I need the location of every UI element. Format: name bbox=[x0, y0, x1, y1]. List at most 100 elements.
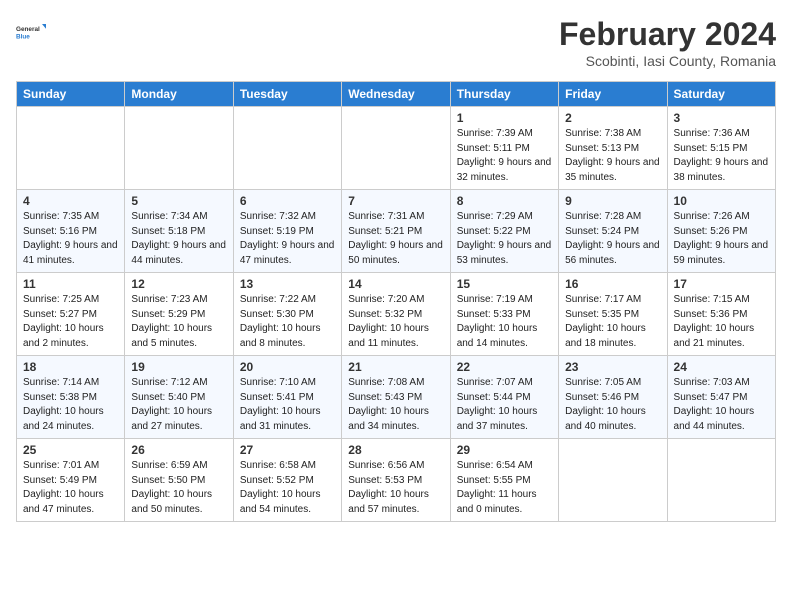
day-number: 29 bbox=[457, 443, 552, 457]
calendar-cell: 25 Sunrise: 7:01 AM Sunset: 5:49 PM Dayli… bbox=[17, 439, 125, 522]
day-number: 25 bbox=[23, 443, 118, 457]
calendar-cell: 24 Sunrise: 7:03 AM Sunset: 5:47 PM Dayli… bbox=[667, 356, 775, 439]
calendar-week-5: 25 Sunrise: 7:01 AM Sunset: 5:49 PM Dayli… bbox=[17, 439, 776, 522]
calendar-cell bbox=[559, 439, 667, 522]
day-info: Sunrise: 7:36 AM Sunset: 5:15 PM Dayligh… bbox=[674, 127, 769, 185]
calendar-cell: 26 Sunrise: 6:59 AM Sunset: 5:50 PM Dayli… bbox=[125, 439, 233, 522]
title-block: February 2024 Scobinti, Iasi County, Rom… bbox=[559, 16, 776, 69]
day-number: 11 bbox=[23, 277, 118, 291]
day-number: 13 bbox=[240, 277, 335, 291]
calendar-table: SundayMondayTuesdayWednesdayThursdayFrid… bbox=[16, 81, 776, 522]
calendar-cell: 27 Sunrise: 6:58 AM Sunset: 5:52 PM Dayli… bbox=[233, 439, 341, 522]
calendar-week-1: 1 Sunrise: 7:39 AM Sunset: 5:11 PM Daylig… bbox=[17, 107, 776, 190]
calendar-week-4: 18Sunrise: 7:14 AM Sunset: 5:38 PM Dayli… bbox=[17, 356, 776, 439]
day-number: 2 bbox=[565, 111, 660, 125]
calendar-body: 1 Sunrise: 7:39 AM Sunset: 5:11 PM Daylig… bbox=[17, 107, 776, 522]
day-number: 15 bbox=[457, 277, 552, 291]
header-cell-friday: Friday bbox=[559, 82, 667, 107]
calendar-cell: 8Sunrise: 7:29 AM Sunset: 5:22 PM Daylig… bbox=[450, 190, 558, 273]
svg-text:Blue: Blue bbox=[16, 33, 30, 40]
day-info: Sunrise: 7:15 AM Sunset: 5:36 PM Dayligh… bbox=[674, 293, 769, 351]
day-number: 7 bbox=[348, 194, 443, 208]
day-info: Sunrise: 7:01 AM Sunset: 5:49 PM Dayligh… bbox=[23, 459, 118, 517]
day-info: Sunrise: 7:34 AM Sunset: 5:18 PM Dayligh… bbox=[131, 210, 226, 268]
day-info: Sunrise: 6:54 AM Sunset: 5:55 PM Dayligh… bbox=[457, 459, 552, 517]
day-info: Sunrise: 7:03 AM Sunset: 5:47 PM Dayligh… bbox=[674, 376, 769, 434]
header-cell-saturday: Saturday bbox=[667, 82, 775, 107]
calendar-cell bbox=[233, 107, 341, 190]
day-info: Sunrise: 7:39 AM Sunset: 5:11 PM Dayligh… bbox=[457, 127, 552, 185]
calendar-cell: 7 Sunrise: 7:31 AM Sunset: 5:21 PM Daylig… bbox=[342, 190, 450, 273]
day-number: 22 bbox=[457, 360, 552, 374]
logo-icon: GeneralBlue bbox=[16, 16, 48, 48]
day-info: Sunrise: 7:23 AM Sunset: 5:29 PM Dayligh… bbox=[131, 293, 226, 351]
day-info: Sunrise: 7:19 AM Sunset: 5:33 PM Dayligh… bbox=[457, 293, 552, 351]
calendar-cell: 9 Sunrise: 7:28 AM Sunset: 5:24 PM Daylig… bbox=[559, 190, 667, 273]
calendar-cell: 15 Sunrise: 7:19 AM Sunset: 5:33 PM Dayli… bbox=[450, 273, 558, 356]
day-info: Sunrise: 6:56 AM Sunset: 5:53 PM Dayligh… bbox=[348, 459, 443, 517]
day-number: 9 bbox=[565, 194, 660, 208]
calendar-cell: 28 Sunrise: 6:56 AM Sunset: 5:53 PM Dayli… bbox=[342, 439, 450, 522]
calendar-cell: 16Sunrise: 7:17 AM Sunset: 5:35 PM Dayli… bbox=[559, 273, 667, 356]
day-number: 3 bbox=[674, 111, 769, 125]
day-number: 23 bbox=[565, 360, 660, 374]
header-cell-tuesday: Tuesday bbox=[233, 82, 341, 107]
location: Scobinti, Iasi County, Romania bbox=[559, 53, 776, 69]
day-info: Sunrise: 6:59 AM Sunset: 5:50 PM Dayligh… bbox=[131, 459, 226, 517]
calendar-cell: 19Sunrise: 7:12 AM Sunset: 5:40 PM Dayli… bbox=[125, 356, 233, 439]
page-header: GeneralBlue General Blue February 2024 S… bbox=[16, 16, 776, 69]
day-number: 24 bbox=[674, 360, 769, 374]
calendar-cell: 6Sunrise: 7:32 AM Sunset: 5:19 PM Daylig… bbox=[233, 190, 341, 273]
day-info: Sunrise: 7:17 AM Sunset: 5:35 PM Dayligh… bbox=[565, 293, 660, 351]
day-number: 1 bbox=[457, 111, 552, 125]
day-number: 20 bbox=[240, 360, 335, 374]
calendar-cell: 5 Sunrise: 7:34 AM Sunset: 5:18 PM Daylig… bbox=[125, 190, 233, 273]
calendar-cell: 10 Sunrise: 7:26 AM Sunset: 5:26 PM Dayli… bbox=[667, 190, 775, 273]
logo: GeneralBlue General Blue bbox=[16, 16, 48, 48]
header-cell-monday: Monday bbox=[125, 82, 233, 107]
day-number: 28 bbox=[348, 443, 443, 457]
day-number: 21 bbox=[348, 360, 443, 374]
calendar-cell: 20Sunrise: 7:10 AM Sunset: 5:41 PM Dayli… bbox=[233, 356, 341, 439]
calendar-cell: 2 Sunrise: 7:38 AM Sunset: 5:13 PM Daylig… bbox=[559, 107, 667, 190]
day-number: 10 bbox=[674, 194, 769, 208]
calendar-cell bbox=[667, 439, 775, 522]
calendar-cell: 29 Sunrise: 6:54 AM Sunset: 5:55 PM Dayli… bbox=[450, 439, 558, 522]
header-cell-sunday: Sunday bbox=[17, 82, 125, 107]
header-cell-wednesday: Wednesday bbox=[342, 82, 450, 107]
calendar-cell bbox=[125, 107, 233, 190]
day-info: Sunrise: 7:08 AM Sunset: 5:43 PM Dayligh… bbox=[348, 376, 443, 434]
day-info: Sunrise: 6:58 AM Sunset: 5:52 PM Dayligh… bbox=[240, 459, 335, 517]
calendar-cell bbox=[342, 107, 450, 190]
day-number: 4 bbox=[23, 194, 118, 208]
calendar-cell: 1 Sunrise: 7:39 AM Sunset: 5:11 PM Daylig… bbox=[450, 107, 558, 190]
svg-text:General: General bbox=[16, 26, 40, 33]
day-info: Sunrise: 7:25 AM Sunset: 5:27 PM Dayligh… bbox=[23, 293, 118, 351]
calendar-cell: 18Sunrise: 7:14 AM Sunset: 5:38 PM Dayli… bbox=[17, 356, 125, 439]
calendar-cell: 12 Sunrise: 7:23 AM Sunset: 5:29 PM Dayli… bbox=[125, 273, 233, 356]
day-info: Sunrise: 7:38 AM Sunset: 5:13 PM Dayligh… bbox=[565, 127, 660, 185]
header-row: SundayMondayTuesdayWednesdayThursdayFrid… bbox=[17, 82, 776, 107]
calendar-cell: 11 Sunrise: 7:25 AM Sunset: 5:27 PM Dayli… bbox=[17, 273, 125, 356]
day-info: Sunrise: 7:31 AM Sunset: 5:21 PM Dayligh… bbox=[348, 210, 443, 268]
calendar-cell: 17Sunrise: 7:15 AM Sunset: 5:36 PM Dayli… bbox=[667, 273, 775, 356]
day-number: 27 bbox=[240, 443, 335, 457]
day-info: Sunrise: 7:07 AM Sunset: 5:44 PM Dayligh… bbox=[457, 376, 552, 434]
calendar-cell: 14Sunrise: 7:20 AM Sunset: 5:32 PM Dayli… bbox=[342, 273, 450, 356]
day-number: 26 bbox=[131, 443, 226, 457]
day-number: 18 bbox=[23, 360, 118, 374]
day-number: 12 bbox=[131, 277, 226, 291]
header-cell-thursday: Thursday bbox=[450, 82, 558, 107]
day-info: Sunrise: 7:05 AM Sunset: 5:46 PM Dayligh… bbox=[565, 376, 660, 434]
day-info: Sunrise: 7:20 AM Sunset: 5:32 PM Dayligh… bbox=[348, 293, 443, 351]
day-info: Sunrise: 7:28 AM Sunset: 5:24 PM Dayligh… bbox=[565, 210, 660, 268]
day-info: Sunrise: 7:26 AM Sunset: 5:26 PM Dayligh… bbox=[674, 210, 769, 268]
day-number: 5 bbox=[131, 194, 226, 208]
day-number: 8 bbox=[457, 194, 552, 208]
calendar-header: SundayMondayTuesdayWednesdayThursdayFrid… bbox=[17, 82, 776, 107]
calendar-cell: 13Sunrise: 7:22 AM Sunset: 5:30 PM Dayli… bbox=[233, 273, 341, 356]
day-info: Sunrise: 7:35 AM Sunset: 5:16 PM Dayligh… bbox=[23, 210, 118, 268]
calendar-cell: 22 Sunrise: 7:07 AM Sunset: 5:44 PM Dayli… bbox=[450, 356, 558, 439]
calendar-week-3: 11 Sunrise: 7:25 AM Sunset: 5:27 PM Dayli… bbox=[17, 273, 776, 356]
calendar-cell: 3 Sunrise: 7:36 AM Sunset: 5:15 PM Daylig… bbox=[667, 107, 775, 190]
